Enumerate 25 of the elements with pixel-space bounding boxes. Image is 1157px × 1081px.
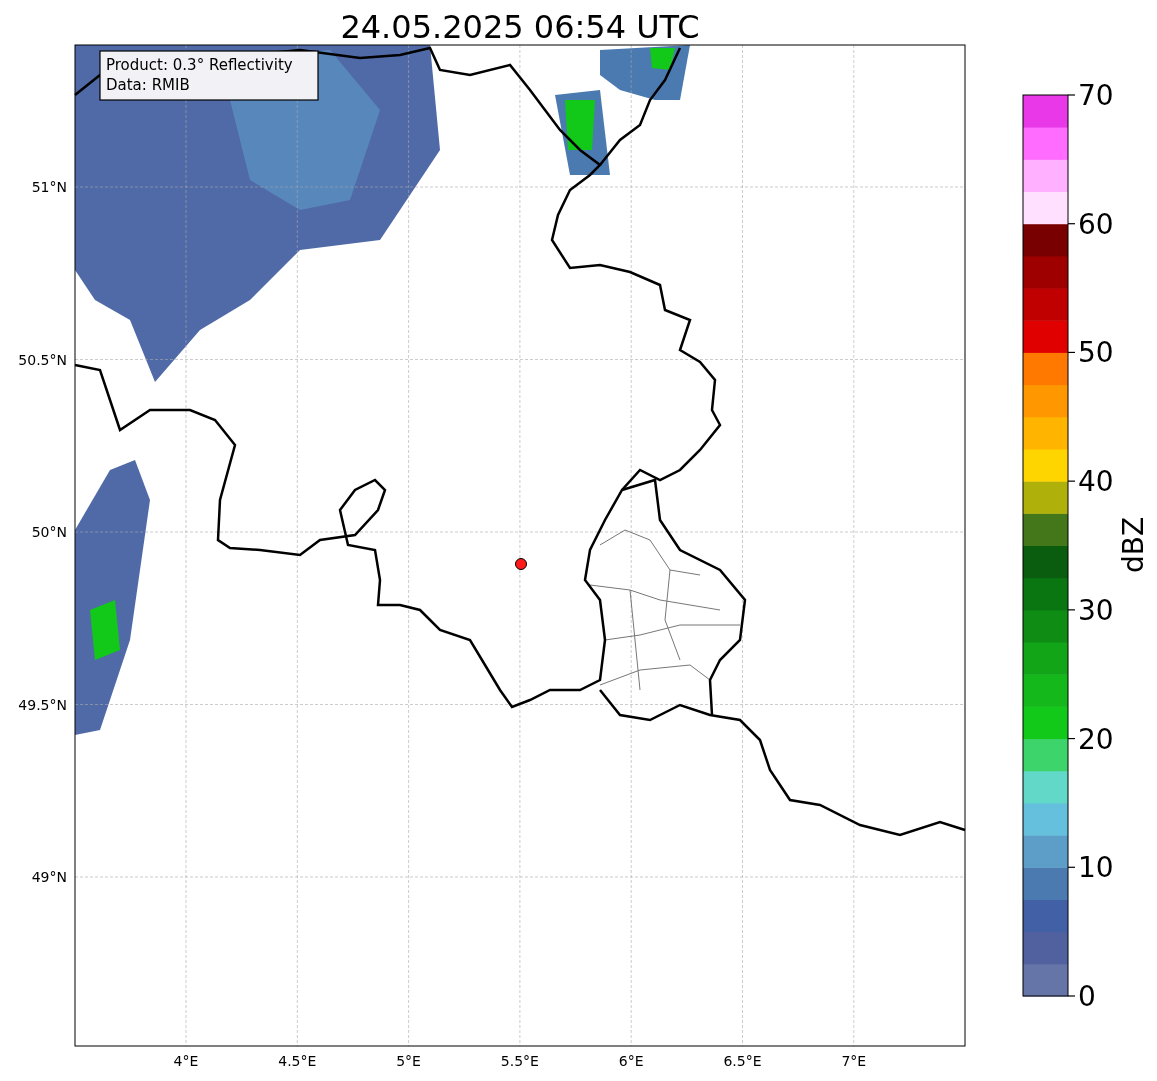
chart-title: 24.05.2025 06:54 UTC	[340, 8, 700, 46]
x-tick-label: 6°E	[618, 1053, 644, 1069]
colorbar-label: dBZ	[1117, 516, 1150, 574]
y-tick-label: 51°N	[31, 179, 67, 195]
colorbar-tick-label: 30	[1078, 593, 1114, 627]
y-tick-label: 49°N	[31, 869, 67, 885]
annotation-text: Data: RMIB	[106, 76, 190, 94]
colorbar-tick-label: 70	[1078, 79, 1114, 112]
colorbar-tick-label: 0	[1078, 980, 1096, 1013]
y-tick-label: 49.5°N	[18, 696, 67, 713]
radar-site-marker	[515, 558, 527, 570]
colorbar-tick-label: 40	[1078, 465, 1114, 499]
x-tick-label: 5°E	[396, 1053, 421, 1069]
x-tick-label: 5.5°E	[500, 1053, 539, 1069]
x-tick-label: 7°E	[841, 1053, 867, 1069]
colorbar-tick-label: 60	[1078, 207, 1114, 241]
y-tick-label: 50.5°N	[18, 351, 67, 368]
x-tick-label: 4°E	[173, 1053, 199, 1069]
colorbar-tick-label: 10	[1078, 851, 1114, 885]
x-tick-label: 4.5°E	[278, 1053, 317, 1069]
x-tick-label: 6.5°E	[723, 1053, 762, 1069]
colorbar-tick-label: 50	[1078, 336, 1114, 370]
annotation-text: Product: 0.3° Reflectivity	[106, 56, 293, 74]
y-tick-label: 50°N	[31, 524, 67, 540]
colorbar-tick-label: 20	[1078, 722, 1114, 756]
